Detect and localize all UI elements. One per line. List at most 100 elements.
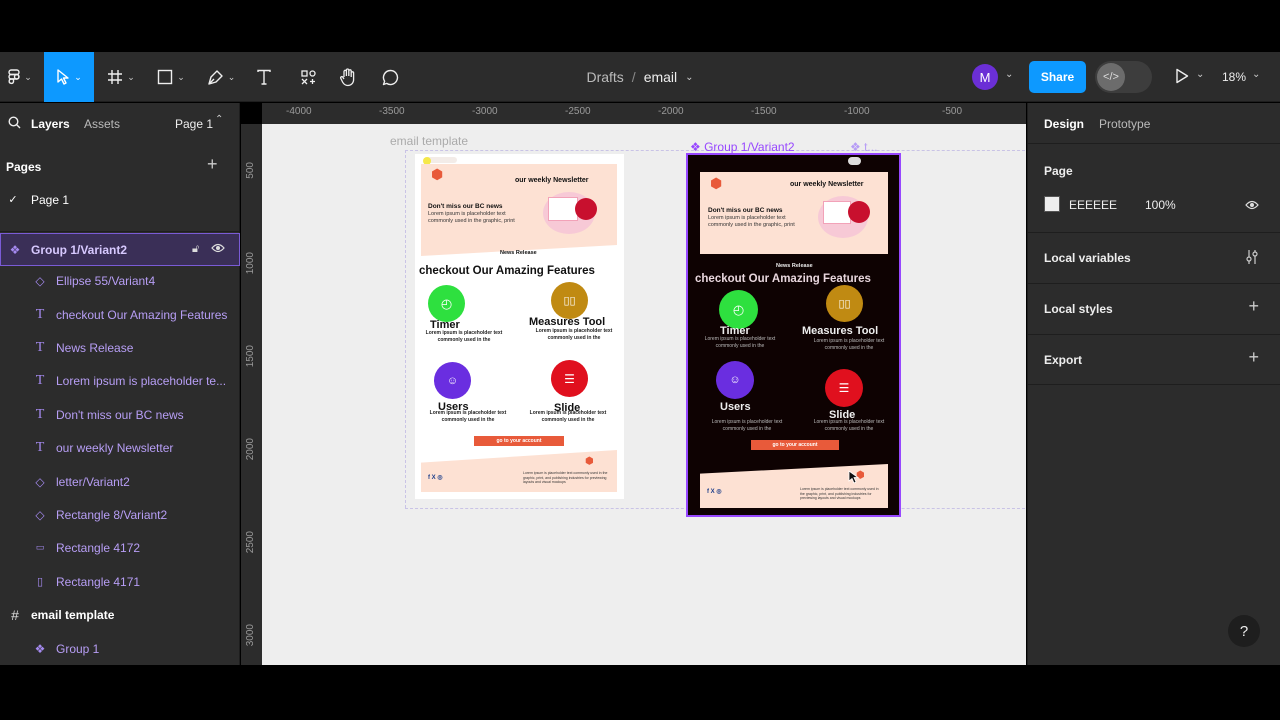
brand-gem-icon: ⬢ <box>710 175 723 191</box>
pen-tool-button[interactable]: ⌄ <box>200 52 242 102</box>
ruler-tick: -4000 <box>286 106 312 117</box>
eye-icon[interactable] <box>1245 199 1259 214</box>
page-color-hex[interactable]: EEEEEE <box>1069 198 1117 212</box>
layers-panel: Layers Assets Page 1 ⌃ Pages + ✓ Page 1 … <box>0 103 240 665</box>
tab-prototype[interactable]: Prototype <box>1099 117 1150 131</box>
ruler-tick: -2000 <box>658 106 684 117</box>
add-export-plus-icon[interactable]: + <box>1248 347 1259 368</box>
email-newsletter-title: our weekly Newsletter <box>515 177 589 184</box>
chevron-up-icon[interactable]: ⌃ <box>215 114 223 125</box>
ellipse-dot <box>423 157 431 165</box>
chevron-down-icon: ⌄ <box>177 71 185 82</box>
resources-icon <box>300 69 317 86</box>
chevron-down-icon[interactable]: ⌄ <box>1005 69 1013 80</box>
layer-checkout-text[interactable]: T checkout Our Amazing Features <box>0 298 240 331</box>
layer-email-template[interactable]: # email template <box>0 598 240 631</box>
main-menu-button[interactable]: ⌄ <box>0 52 40 102</box>
text-tool-button[interactable] <box>250 52 278 102</box>
design-canvas[interactable]: email template ❖ Group 1/Variant2 ❖ t...… <box>262 124 1026 665</box>
ruler-tick: 500 <box>245 162 256 179</box>
layer-label: News Release <box>56 340 134 355</box>
tab-assets[interactable]: Assets <box>84 117 120 131</box>
eye-icon[interactable] <box>211 242 225 257</box>
layer-weekly-newsletter[interactable]: T our weekly Newsletter <box>0 431 240 464</box>
frame-tool-button[interactable]: ⌄ <box>100 52 142 102</box>
left-panel-tabs: Layers Assets Page 1 ⌃ <box>0 103 239 143</box>
breadcrumb-parent[interactable]: Drafts <box>586 69 623 85</box>
local-styles-section[interactable]: Local styles + <box>1028 283 1280 334</box>
component-icon: ❖ <box>34 641 46 656</box>
export-label: Export <box>1044 353 1083 367</box>
timer-icon: ◴ <box>428 285 465 322</box>
play-icon[interactable] <box>1175 68 1189 89</box>
feature-users-label: Users <box>720 401 751 413</box>
layer-lorem-ipsum[interactable]: T Lorem ipsum is placeholder te... <box>0 364 240 397</box>
lock-icon[interactable]: 🔓︎ <box>192 243 199 256</box>
frame-label-email-template[interactable]: email template <box>390 134 468 148</box>
layer-dont-miss[interactable]: T Don't miss our BC news <box>0 398 240 431</box>
social-icons[interactable]: f X ◎ <box>707 488 722 495</box>
email-light-variant[interactable]: ⬢ our weekly Newsletter Don't miss our B… <box>415 154 624 499</box>
chevron-down-icon: ⌄ <box>24 71 32 82</box>
chevron-down-icon[interactable]: ⌄ <box>685 72 693 83</box>
feature-slide-desc: Lorem ipsum is placeholder text commonly… <box>529 410 607 423</box>
comment-tool-button[interactable] <box>376 52 404 102</box>
export-section[interactable]: Export + <box>1028 334 1280 385</box>
layer-ellipse-55[interactable]: ◇ Ellipse 55/Variant4 <box>0 264 240 297</box>
cursor-arrow-icon <box>56 69 70 85</box>
measures-tool-icon: ▯▯ <box>826 285 863 322</box>
hand-tool-button[interactable] <box>334 52 362 102</box>
chevron-down-icon[interactable]: ⌄ <box>1196 69 1204 80</box>
layer-rectangle-8[interactable]: ◇ Rectangle 8/Variant2 <box>0 498 240 531</box>
layer-group-1[interactable]: ❖ Group 1 <box>0 632 240 665</box>
layer-rectangle-4172[interactable]: ▭ Rectangle 4172 <box>0 531 240 564</box>
help-button[interactable]: ? <box>1228 615 1260 647</box>
email-dark-variant[interactable]: ⬢ our weekly Newsletter Don't miss our B… <box>686 153 901 517</box>
resources-tool-button[interactable] <box>294 52 322 102</box>
cta-button[interactable]: go to your account <box>751 440 839 450</box>
layer-rectangle-4171[interactable]: ▯ Rectangle 4171 <box>0 565 240 598</box>
local-variables-section[interactable]: Local variables <box>1028 232 1280 283</box>
figma-app: ⌄ ⌄ ⌄ ⌄ ⌄ Drafts / email ⌄ M ⌄ Share </>… <box>0 0 1280 720</box>
file-name[interactable]: email <box>644 69 677 85</box>
rectangle-icon <box>157 69 173 85</box>
ruler-tick: 1000 <box>245 252 256 275</box>
text-icon: T <box>35 372 45 388</box>
search-icon[interactable] <box>8 116 21 132</box>
add-style-plus-icon[interactable]: + <box>1248 296 1259 317</box>
page-item-label: Page 1 <box>31 192 70 207</box>
ruler-tick: 1500 <box>245 345 256 368</box>
shape-tool-button[interactable]: ⌄ <box>150 52 192 102</box>
add-page-plus-icon[interactable]: + <box>207 154 218 175</box>
pen-icon <box>207 69 224 86</box>
tab-design[interactable]: Design <box>1044 117 1084 131</box>
instance-icon: ◇ <box>35 507 45 522</box>
cta-button[interactable]: go to your account <box>474 436 564 446</box>
chevron-down-icon[interactable]: ⌄ <box>1252 69 1260 80</box>
layer-group-1-variant2[interactable]: ❖ Group 1/Variant2 🔓︎ <box>0 233 240 266</box>
social-icons[interactable]: f X ◎ <box>428 474 443 481</box>
frame-label-extra[interactable]: ❖ t... <box>850 140 877 154</box>
tab-layers[interactable]: Layers <box>31 117 70 131</box>
dev-mode-toggle[interactable]: </> <box>1095 61 1152 93</box>
move-tool-button[interactable]: ⌄ <box>44 52 94 102</box>
share-button[interactable]: Share <box>1029 61 1086 93</box>
zoom-level[interactable]: 18% <box>1222 70 1246 84</box>
page-item-page-1[interactable]: ✓ Page 1 <box>0 183 240 216</box>
footer-text: Lorem ipsum is placeholder text commonly… <box>523 471 608 485</box>
code-icon: </> <box>1097 63 1125 91</box>
layer-label: Don't miss our BC news <box>56 407 184 422</box>
text-icon: T <box>35 406 45 422</box>
email-dont-miss: Don't miss our BC news <box>708 207 783 214</box>
frame-label-group-1-variant2[interactable]: ❖ Group 1/Variant2 <box>690 140 795 154</box>
envelope-letter <box>548 197 578 221</box>
page-color-swatch[interactable] <box>1044 196 1060 212</box>
layer-news-release[interactable]: T News Release <box>0 331 240 364</box>
sliders-icon[interactable] <box>1245 249 1259 268</box>
page-selector[interactable]: Page 1 <box>175 117 213 131</box>
ruler-tick: 3000 <box>245 624 256 647</box>
page-color-opacity[interactable]: 100% <box>1145 198 1176 212</box>
toolbar: ⌄ ⌄ ⌄ ⌄ ⌄ Drafts / email ⌄ <box>0 52 1280 102</box>
avatar[interactable]: M <box>972 64 998 90</box>
layer-letter-variant2[interactable]: ◇ letter/Variant2 <box>0 465 240 498</box>
